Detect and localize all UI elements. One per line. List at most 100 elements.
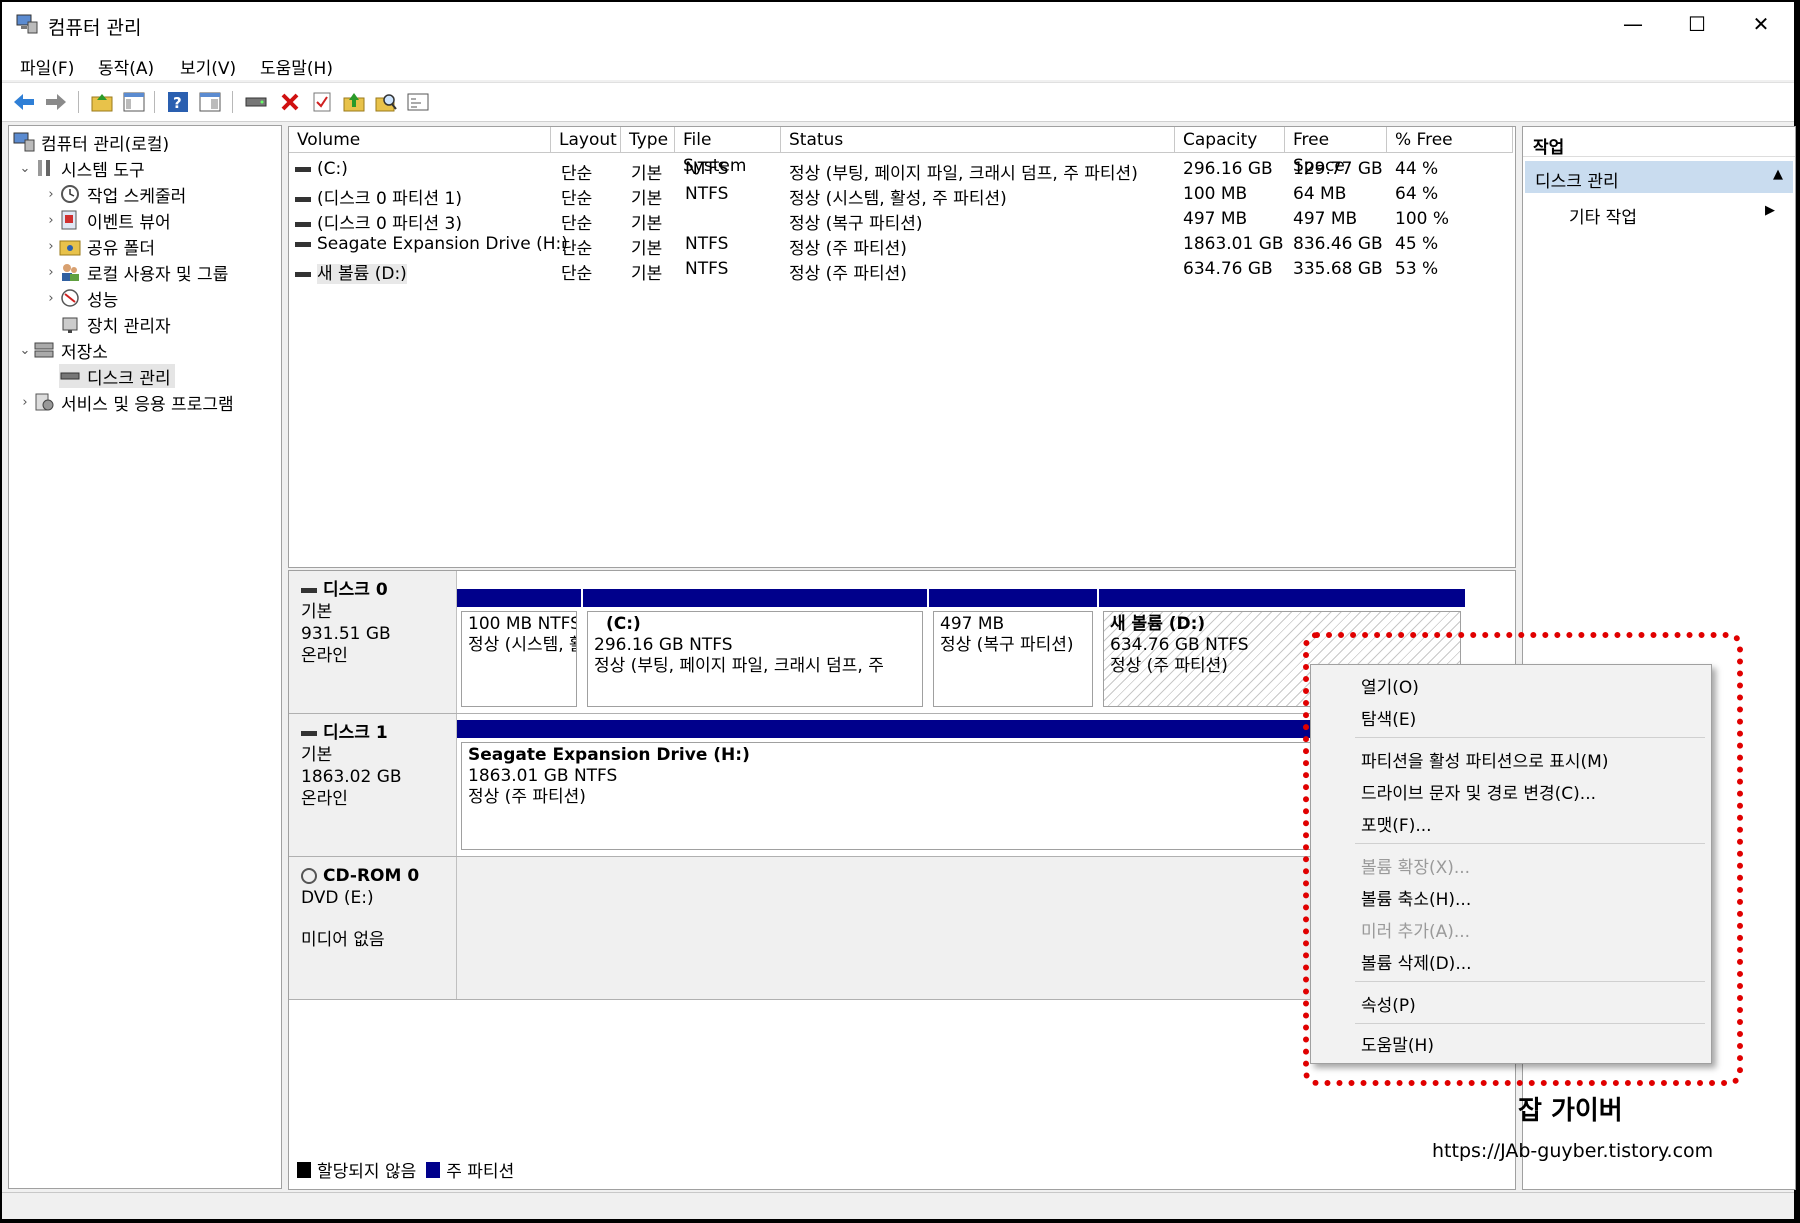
cell-capacity: 634.76 GB	[1183, 259, 1273, 279]
disk-name: 디스크 1	[323, 723, 388, 743]
chevron-right-icon[interactable]: ›	[43, 239, 59, 254]
cell-volume: (디스크 0 파티션 3)	[317, 214, 462, 234]
tree-shared-folders[interactable]: › 공유 폴더	[43, 234, 155, 259]
disk-icon	[301, 730, 317, 736]
table-row[interactable]: (디스크 0 파티션 3)	[295, 209, 462, 234]
partition-body: 100 MB NTFS 정상 (시스템, 활성, 주 파티션)	[461, 611, 577, 707]
cell-pct: 100 %	[1395, 209, 1450, 229]
tree-services[interactable]: › 서비스 및 응용 프로그램	[17, 390, 234, 415]
partition-c[interactable]: (C:) 296.16 GB NTFS 정상 (부팅, 페이지 파일, 크래시 …	[583, 589, 927, 711]
checklist-icon[interactable]	[310, 90, 334, 114]
cell-fs: NTFS	[685, 184, 729, 204]
menu-action[interactable]: 동작(A)	[98, 54, 154, 79]
tree-device-manager[interactable]: 장치 관리자	[59, 312, 171, 337]
tree-label: 성능	[87, 290, 119, 311]
tree-storage[interactable]: ⌄ 저장소	[17, 338, 108, 363]
help-icon[interactable]: ?	[166, 90, 190, 114]
table-row[interactable]: 새 볼륨 (D:)	[295, 259, 407, 284]
tree-task-scheduler[interactable]: › 작업 스케줄러	[43, 182, 186, 207]
cell-layout: 단순	[561, 239, 593, 259]
cell-status: 정상 (주 파티션)	[789, 264, 907, 284]
chevron-down-icon[interactable]: ⌄	[17, 343, 33, 358]
cell-type: 기본	[631, 214, 663, 234]
cell-capacity: 100 MB	[1183, 184, 1248, 204]
actions-more-label: 기타 작업	[1569, 208, 1637, 228]
upload-icon[interactable]	[342, 90, 366, 114]
services-icon	[33, 392, 55, 412]
search-icon[interactable]	[374, 90, 398, 114]
tree-root[interactable]: 컴퓨터 관리(로컬)	[13, 130, 170, 155]
chevron-right-icon[interactable]: ›	[43, 187, 59, 202]
storage-icon	[33, 340, 55, 360]
header-pct-free[interactable]: % Free	[1387, 127, 1513, 153]
disk-state: 미디어 없음	[301, 930, 385, 950]
volume-icon	[295, 221, 311, 227]
performance-icon	[59, 288, 81, 308]
tools-icon	[33, 158, 55, 178]
menu-file[interactable]: 파일(F)	[20, 54, 74, 79]
header-file-system[interactable]: File System	[675, 127, 781, 176]
tree-system-tools[interactable]: ⌄ 시스템 도구	[17, 156, 145, 181]
disk-0-label[interactable]: 디스크 0 기본 931.51 GB 온라인	[289, 571, 457, 713]
menu-view[interactable]: 보기(V)	[180, 54, 236, 79]
chevron-right-icon[interactable]: ›	[43, 213, 59, 228]
cell-volume: (C:)	[317, 159, 348, 179]
disk-1-label[interactable]: 디스크 1 기본 1863.02 GB 온라인	[289, 714, 457, 856]
partition-body: 497 MB 정상 (복구 파티션)	[933, 611, 1093, 707]
disk-type: 기본	[301, 745, 333, 765]
tree-local-users[interactable]: › 로컬 사용자 및 그룹	[43, 260, 228, 285]
back-arrow-icon[interactable]	[12, 90, 36, 114]
forward-arrow-icon[interactable]	[44, 90, 68, 114]
header-type[interactable]: Type	[621, 127, 675, 153]
header-status[interactable]: Status	[781, 127, 1175, 153]
cell-fs: NTFS	[685, 234, 729, 254]
computer-management-icon	[16, 14, 38, 34]
chevron-right-icon[interactable]: ›	[17, 395, 33, 410]
tree-performance[interactable]: › 성능	[43, 286, 119, 311]
disk-size: 931.51 GB	[301, 624, 391, 644]
header-free-space[interactable]: Free Space	[1285, 127, 1387, 176]
partition-bar	[929, 589, 1097, 607]
partition-recovery[interactable]: 497 MB 정상 (복구 파티션)	[929, 589, 1097, 711]
cdrom-label[interactable]: CD-ROM 0 DVD (E:) 미디어 없음	[289, 857, 457, 999]
tree-disk-management[interactable]: 디스크 관리	[59, 364, 175, 389]
properties-pane-icon[interactable]	[198, 90, 222, 114]
actions-section-disk-management[interactable]: 디스크 관리 ▲	[1525, 161, 1793, 193]
tree-event-viewer[interactable]: › 이벤트 뷰어	[43, 208, 171, 233]
tree-label: 시스템 도구	[61, 160, 145, 181]
cell-volume: 새 볼륨 (D:)	[317, 264, 407, 284]
header-layout[interactable]: Layout	[551, 127, 621, 153]
volume-icon	[295, 271, 311, 277]
header-capacity[interactable]: Capacity	[1175, 127, 1285, 153]
chevron-right-icon[interactable]: ›	[43, 291, 59, 306]
cell-free: 836.46 GB	[1293, 234, 1383, 254]
table-row[interactable]: (디스크 0 파티션 1)	[295, 184, 462, 209]
show-hide-tree-icon[interactable]	[122, 90, 146, 114]
cell-layout: 단순	[561, 189, 593, 209]
maximize-button[interactable]: ☐	[1666, 2, 1728, 46]
table-row[interactable]: (C:)	[295, 159, 348, 179]
console-icon[interactable]	[406, 90, 430, 114]
actions-more-item[interactable]: 기타 작업 ▶	[1569, 203, 1775, 228]
table-row[interactable]: Seagate Expansion Drive (H:)	[295, 234, 568, 254]
minimize-button[interactable]: —	[1602, 2, 1664, 46]
cell-pct: 44 %	[1395, 159, 1439, 179]
tree-label: 컴퓨터 관리(로컬)	[41, 134, 170, 155]
partition-system-reserved[interactable]: 100 MB NTFS 정상 (시스템, 활성, 주 파티션)	[457, 589, 581, 711]
connect-drive-icon[interactable]	[244, 90, 268, 114]
cell-type: 기본	[631, 239, 663, 259]
menu-help[interactable]: 도움말(H)	[260, 54, 333, 79]
close-button[interactable]: ✕	[1730, 2, 1792, 46]
header-volume[interactable]: Volume	[289, 127, 551, 153]
collapse-up-icon[interactable]: ▲	[1773, 167, 1783, 182]
window-title: 컴퓨터 관리	[48, 17, 142, 39]
chevron-right-icon: ▶	[1765, 203, 1775, 218]
cell-layout: 단순	[561, 264, 593, 284]
delete-icon[interactable]	[278, 90, 302, 114]
disk-type: 기본	[301, 602, 333, 622]
tree-label: 장치 관리자	[87, 316, 171, 337]
folder-up-icon[interactable]	[90, 90, 114, 114]
tree-label: 공유 폴더	[87, 238, 155, 259]
chevron-down-icon[interactable]: ⌄	[17, 161, 33, 176]
chevron-right-icon[interactable]: ›	[43, 265, 59, 280]
